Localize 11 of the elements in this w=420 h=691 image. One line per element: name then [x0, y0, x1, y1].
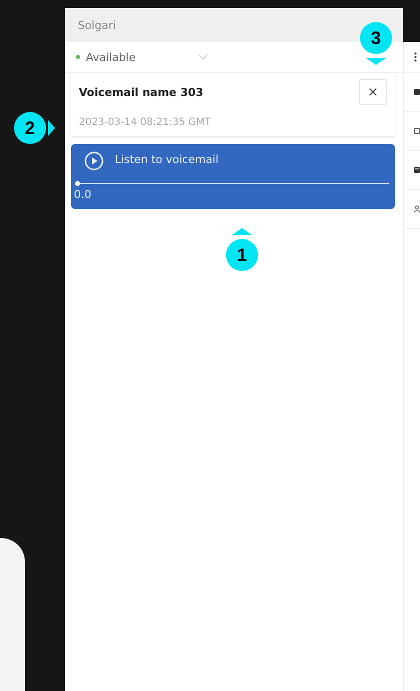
- voicemail-title: Voicemail name 303: [78, 86, 204, 98]
- voicemail-timestamp: 2023-03-14 08:21:35 GMT: [78, 117, 212, 128]
- listen-label: Listen to voicemail: [114, 152, 219, 166]
- chevron-icon: [198, 54, 208, 60]
- contacts-icon[interactable]: [414, 204, 420, 214]
- slider-thumb[interactable]: [74, 181, 80, 186]
- playback-time: 0.0: [74, 188, 92, 201]
- dots-icon[interactable]: [414, 52, 417, 62]
- play-icon[interactable]: [84, 151, 104, 171]
- close-button[interactable]: ×: [359, 79, 387, 105]
- window-title: Solgari: [78, 18, 116, 32]
